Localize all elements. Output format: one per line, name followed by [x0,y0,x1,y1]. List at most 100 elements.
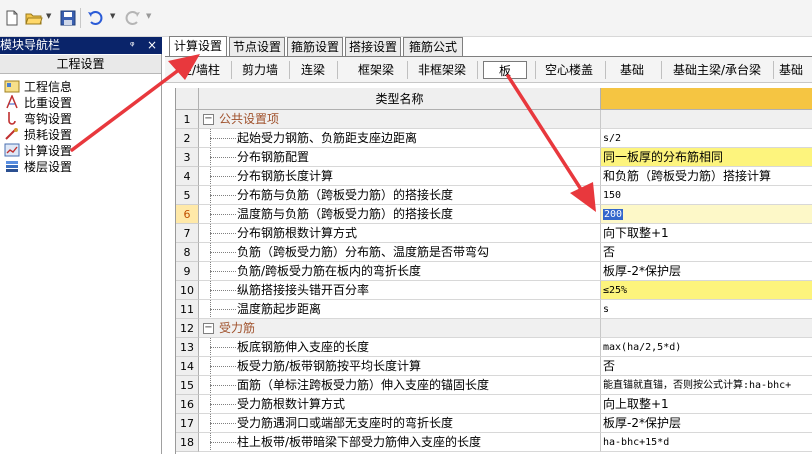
row-number[interactable]: 17 [176,414,199,433]
navigator-section-header[interactable]: 工程设置 [0,55,161,74]
setting-value-cell[interactable]: s [601,300,812,319]
setting-value-cell[interactable]: 向上取整+1 [601,395,812,414]
setting-value-cell[interactable]: 同一板厚的分布筋相同 [601,148,812,167]
tab-calc-settings[interactable]: 计算设置 [169,36,227,56]
table-row[interactable]: 4 分布钢筋长度计算 和负筋（跨板受力筋）搭接计算 [176,167,812,186]
row-number[interactable]: 4 [176,167,199,186]
tab-stirrup-settings[interactable]: 箍筋设置 [287,37,343,56]
row-number[interactable]: 13 [176,338,199,357]
nav-item-calc[interactable]: 计算设置 [4,142,72,158]
tab-stirrup-formula[interactable]: 箍筋公式 [403,37,463,56]
table-row[interactable]: 9 负筋/跨板受力筋在板内的弯折长度 板厚-2*保护层 [176,262,812,281]
table-row[interactable]: 5 分布筋与负筋（跨板受力筋）的搭接长度 150 [176,186,812,205]
setting-value-cell[interactable]: 200 [601,205,812,224]
undo-icon[interactable] [86,8,106,28]
setting-value-cell[interactable]: s/2 [601,129,812,148]
table-row[interactable]: 13 板底钢筋伸入支座的长度 max(ha/2,5*d) [176,338,812,357]
new-file-icon[interactable] [2,8,22,28]
setting-value-cell[interactable]: 能直锚就直锚，否则按公式计算:ha-bhc+ [601,376,812,395]
table-row[interactable]: 6 温度筋与负筋（跨板受力筋）的搭接长度 200 [176,205,812,224]
setting-value-cell[interactable]: 150 [601,186,812,205]
floor-icon [4,159,20,173]
table-row[interactable]: 3 分布钢筋配置 同一板厚的分布筋相同 [176,148,812,167]
grid-corner [176,88,199,110]
table-row[interactable]: 11 温度筋起步距离 s [176,300,812,319]
open-folder-icon[interactable] [24,8,44,28]
table-row[interactable]: 14 板受力筋/板带钢筋按平均长度计算 否 [176,357,812,376]
type-slab[interactable]: 板 [483,61,527,79]
table-row[interactable]: 15 面筋（单标注跨板受力筋）伸入支座的锚固长度 能直锚就直锚，否则按公式计算:ha… [176,376,812,395]
row-number[interactable]: 3 [176,148,199,167]
table-row[interactable]: 10 纵筋搭接接头错开百分率 ≤25% [176,281,812,300]
table-row[interactable]: 2 起始受力钢筋、负筋距支座边距离 s/2 [176,129,812,148]
row-number[interactable]: 14 [176,357,199,376]
row-number[interactable]: 18 [176,433,199,452]
redo-icon[interactable] [122,8,142,28]
table-row[interactable]: 18 柱上板带/板带暗梁下部受力筋伸入支座的长度 ha-bhc+15*d [176,433,812,452]
setting-value-cell[interactable]: ≤25% [601,281,812,300]
collapse-icon[interactable]: − [203,323,214,334]
type-frame-beam[interactable]: 框架梁 [353,61,399,79]
setting-value-cell[interactable]: 否 [601,243,812,262]
row-number[interactable]: 7 [176,224,199,243]
row-number[interactable]: 10 [176,281,199,300]
table-row[interactable]: 17 受力筋遇洞口或端部无支座时的弯折长度 板厚-2*保护层 [176,414,812,433]
tab-lap-settings[interactable]: 搭接设置 [345,37,401,56]
tab-node-settings[interactable]: 节点设置 [229,37,285,56]
type-foundation-more[interactable]: 基础 [779,61,812,79]
close-icon[interactable]: × [147,37,157,54]
separator [407,61,408,79]
type-foundation[interactable]: 基础 [611,61,653,79]
table-row[interactable]: 7 分布钢筋根数计算方式 向下取整+1 [176,224,812,243]
row-number[interactable]: 16 [176,395,199,414]
nav-item-floor[interactable]: 楼层设置 [4,158,72,174]
collapse-icon[interactable]: − [203,114,214,125]
row-number[interactable]: 9 [176,262,199,281]
setting-value-cell[interactable]: ha-bhc+15*d [601,433,812,452]
row-number[interactable]: 12 [176,319,199,338]
table-row[interactable]: 16 受力筋根数计算方式 向上取整+1 [176,395,812,414]
save-icon[interactable] [58,8,78,28]
setting-value-cell[interactable]: max(ha/2,5*d) [601,338,812,357]
row-number[interactable]: 6 [176,205,199,224]
setting-value-cell[interactable]: 板厚-2*保护层 [601,262,812,281]
row-number[interactable]: 15 [176,376,199,395]
row-number[interactable]: 8 [176,243,199,262]
nav-item-ratio[interactable]: 比重设置 [4,94,72,110]
type-foundation-beam[interactable]: 基础主梁/承台梁 [667,61,767,79]
setting-value-cell[interactable] [601,319,812,338]
group-name-cell[interactable]: − 受力筋 [199,319,601,338]
setting-value-cell[interactable]: 板厚-2*保护层 [601,414,812,433]
pin-icon[interactable]: ᵠ [130,37,135,54]
type-hollow-floor[interactable]: 空心楼盖 [541,61,597,79]
setting-name: 起始受力钢筋、负筋距支座边距离 [237,131,418,145]
setting-value-cell[interactable]: 和负筋（跨板受力筋）搭接计算 [601,167,812,186]
open-dropdown-icon[interactable]: ▼ [46,12,51,20]
undo-dropdown-icon[interactable]: ▼ [110,12,115,20]
separator [773,61,774,79]
nav-item-hook[interactable]: 弯钩设置 [4,110,72,126]
tree-line [203,129,236,147]
setting-value-cell[interactable]: 否 [601,357,812,376]
separator [535,61,536,79]
setting-value-cell[interactable]: 向下取整+1 [601,224,812,243]
more-icon[interactable]: ▼ [146,12,151,20]
table-row[interactable]: 1− 公共设置项 [176,110,812,129]
row-number[interactable]: 11 [176,300,199,319]
row-number[interactable]: 1 [176,110,199,129]
loss-icon [4,127,20,141]
table-row[interactable]: 8 负筋（跨板受力筋）分布筋、温度筋是否带弯勾 否 [176,243,812,262]
row-number[interactable]: 2 [176,129,199,148]
type-shear-wall[interactable]: 剪力墙 [237,61,283,79]
table-row[interactable]: 12− 受力筋 [176,319,812,338]
nav-item-loss[interactable]: 损耗设置 [4,126,72,142]
setting-name-cell: 温度筋起步距离 [199,300,601,319]
selected-value[interactable]: 200 [603,209,624,220]
setting-value-cell[interactable] [601,110,812,129]
type-non-frame-beam[interactable]: 非框架梁 [413,61,471,79]
row-number[interactable]: 5 [176,186,199,205]
type-coupling-beam[interactable]: 连梁 [295,61,331,79]
type-column[interactable]: 柱/墙柱 [175,61,225,79]
group-name-cell[interactable]: − 公共设置项 [199,110,601,129]
nav-item-project-info[interactable]: 工程信息 [4,78,72,94]
